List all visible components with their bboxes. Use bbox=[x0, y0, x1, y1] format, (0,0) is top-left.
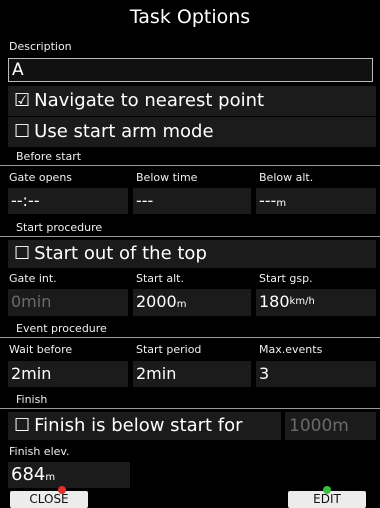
checkbox-unchecked-icon: ☐ bbox=[14, 415, 31, 436]
finish-elev-field[interactable]: 684m bbox=[8, 462, 130, 488]
below-alt-field[interactable]: ---m bbox=[256, 188, 376, 214]
finish-elev-value: 684 bbox=[11, 464, 46, 485]
checkbox-unchecked-icon: ☐ bbox=[14, 121, 31, 142]
start-out-of-top-label: Start out of the top bbox=[34, 243, 207, 264]
start-procedure-section: Start procedure bbox=[16, 221, 103, 234]
gate-int-value: 0min bbox=[11, 292, 52, 311]
gate-int-field[interactable]: 0min bbox=[8, 289, 128, 316]
finish-elev-unit: m bbox=[45, 472, 56, 483]
start-gsp-field[interactable]: 180km/h bbox=[256, 289, 376, 316]
below-alt-label: Below alt. bbox=[259, 171, 314, 184]
start-gsp-unit: km/h bbox=[289, 296, 315, 307]
start-period-value: 2min bbox=[136, 364, 177, 383]
below-time-value: --- bbox=[136, 191, 154, 210]
navigate-nearest-label: Navigate to nearest point bbox=[34, 90, 265, 111]
max-events-field[interactable]: 3 bbox=[256, 361, 376, 387]
below-alt-value: --- bbox=[259, 191, 277, 210]
divider bbox=[0, 236, 380, 237]
max-events-label: Max.events bbox=[259, 343, 323, 356]
description-field[interactable]: A bbox=[8, 58, 373, 82]
checkbox-checked-icon: ☑ bbox=[14, 90, 31, 111]
below-alt-unit: m bbox=[276, 198, 287, 209]
checkbox-unchecked-icon: ☐ bbox=[14, 243, 31, 264]
description-value: A bbox=[12, 60, 24, 80]
start-alt-label: Start alt. bbox=[136, 272, 184, 285]
description-label: Description bbox=[9, 40, 72, 53]
divider bbox=[0, 337, 380, 338]
start-gsp-value: 180 bbox=[259, 292, 290, 311]
finish-section: Finish bbox=[16, 393, 48, 406]
edit-indicator-icon bbox=[323, 486, 331, 494]
before-start-section: Before start bbox=[16, 150, 82, 163]
finish-elev-label: Finish elev. bbox=[9, 445, 70, 458]
wait-before-label: Wait before bbox=[9, 343, 73, 356]
gate-opens-label: Gate opens bbox=[9, 171, 73, 184]
divider bbox=[0, 408, 380, 409]
divider bbox=[0, 165, 380, 166]
start-period-field[interactable]: 2min bbox=[133, 361, 251, 387]
gate-opens-field[interactable]: --:-- bbox=[8, 188, 128, 214]
gate-int-label: Gate int. bbox=[9, 272, 57, 285]
navigate-nearest-checkbox[interactable]: ☑ Navigate to nearest point bbox=[8, 86, 376, 116]
wait-before-field[interactable]: 2min bbox=[8, 361, 128, 387]
event-procedure-section: Event procedure bbox=[16, 322, 107, 335]
below-time-field[interactable]: --- bbox=[133, 188, 251, 214]
start-arm-checkbox[interactable]: ☐ Use start arm mode bbox=[8, 117, 376, 147]
start-alt-value: 2000 bbox=[136, 292, 177, 311]
start-alt-field[interactable]: 2000m bbox=[133, 289, 251, 316]
page-title: Task Options bbox=[0, 0, 380, 34]
below-time-label: Below time bbox=[136, 171, 198, 184]
wait-before-value: 2min bbox=[11, 364, 52, 383]
close-indicator-icon bbox=[58, 486, 66, 494]
finish-below-start-label: Finish is below start for bbox=[34, 415, 243, 436]
finish-below-start-checkbox[interactable]: ☐ Finish is below start for bbox=[8, 412, 281, 440]
start-alt-unit: m bbox=[176, 299, 187, 310]
finish-below-start-value: 1000m bbox=[289, 416, 349, 436]
start-period-label: Start period bbox=[136, 343, 202, 356]
start-out-of-top-checkbox[interactable]: ☐ Start out of the top bbox=[8, 240, 376, 268]
finish-below-start-value-field[interactable]: 1000m bbox=[285, 412, 376, 440]
start-arm-label: Use start arm mode bbox=[34, 121, 214, 142]
gate-opens-value: --:-- bbox=[11, 191, 40, 210]
close-button[interactable]: CLOSE bbox=[10, 491, 88, 508]
max-events-value: 3 bbox=[259, 364, 270, 383]
start-gsp-label: Start gsp. bbox=[259, 272, 313, 285]
